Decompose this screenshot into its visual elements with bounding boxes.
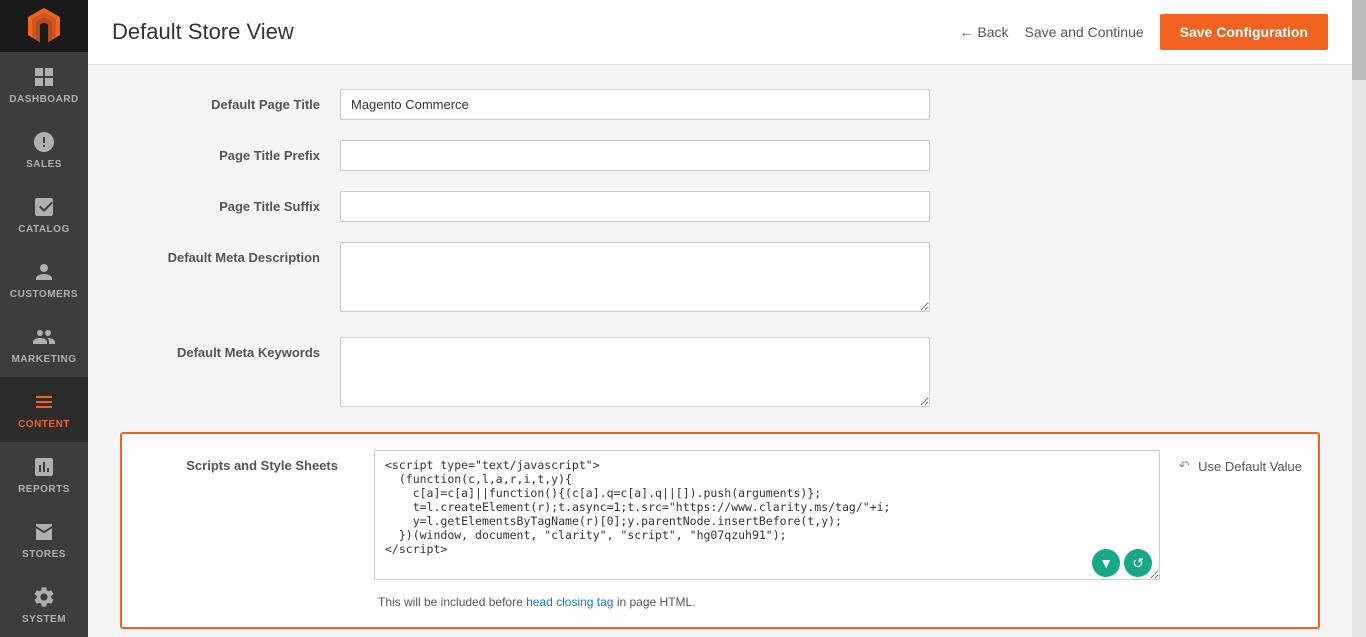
default-meta-description-label: Default Meta Description <box>120 242 340 265</box>
scripts-row: Scripts and Style Sheets <script type="t… <box>138 450 1302 585</box>
stores-icon <box>31 519 57 545</box>
sales-icon <box>31 129 57 155</box>
sidebar-item-system[interactable]: SYSTEM <box>0 572 88 637</box>
sidebar-item-content[interactable]: CONTENT <box>0 377 88 442</box>
use-default-label[interactable]: Use Default Value <box>1198 459 1302 474</box>
default-meta-description-field <box>340 242 1320 317</box>
sidebar-item-reports[interactable]: REPORTS <box>0 442 88 507</box>
system-icon <box>31 584 57 610</box>
back-button[interactable]: ← Back <box>959 24 1008 40</box>
save-continue-button[interactable]: Save and Continue <box>1025 24 1144 40</box>
sidebar-item-dashboard[interactable]: DASHBOARD <box>0 52 88 117</box>
save-configuration-button[interactable]: Save Configuration <box>1160 14 1328 50</box>
default-meta-keywords-field <box>340 337 1320 412</box>
marketing-icon <box>31 324 57 350</box>
main-area: Default Store View ← Back Save and Conti… <box>88 0 1352 637</box>
default-meta-description-row: Default Meta Description <box>120 242 1320 317</box>
page-title-prefix-row: Page Title Prefix <box>120 140 1320 171</box>
page-title-suffix-row: Page Title Suffix <box>120 191 1320 222</box>
page-title-suffix-label: Page Title Suffix <box>120 191 340 214</box>
undo-icon: ↶ <box>1176 458 1192 474</box>
page-header: Default Store View ← Back Save and Conti… <box>88 0 1352 65</box>
form-content: Default Page Title Page Title Prefix Pag… <box>88 65 1352 637</box>
default-meta-keywords-row: Default Meta Keywords <box>120 337 1320 412</box>
scripts-field: <script type="text/javascript"> (functio… <box>374 450 1160 585</box>
scripts-label: Scripts and Style Sheets <box>138 450 358 473</box>
header-actions: ← Back Save and Continue Save Configurat… <box>959 14 1328 50</box>
page-title-prefix-label: Page Title Prefix <box>120 140 340 163</box>
code-down-button[interactable]: ▼ <box>1092 549 1120 577</box>
default-meta-keywords-input[interactable] <box>340 337 930 407</box>
scripts-note: This will be included before head closin… <box>378 595 696 609</box>
dashboard-icon <box>31 64 57 90</box>
scrollbar[interactable] <box>1352 0 1366 637</box>
scrollbar-thumb <box>1352 0 1366 80</box>
page-title: Default Store View <box>112 19 294 45</box>
default-meta-keywords-label: Default Meta Keywords <box>120 337 340 360</box>
customers-icon <box>31 259 57 285</box>
catalog-icon <box>31 194 57 220</box>
scripts-note-link[interactable]: head closing tag <box>526 595 613 609</box>
sidebar-item-customers[interactable]: CUSTOMERS <box>0 247 88 312</box>
content-icon <box>31 389 57 415</box>
sidebar-logo <box>0 0 88 52</box>
page-title-suffix-input[interactable] <box>340 191 930 222</box>
sidebar-item-stores[interactable]: STORES <box>0 507 88 572</box>
page-title-suffix-field <box>340 191 1320 222</box>
scripts-note-row: This will be included before head closin… <box>138 593 1302 611</box>
default-page-title-input[interactable] <box>340 89 930 120</box>
sidebar-item-catalog[interactable]: CATALOG <box>0 182 88 247</box>
default-meta-description-input[interactable] <box>340 242 930 312</box>
code-refresh-button[interactable]: ↺ <box>1124 549 1152 577</box>
arrow-left-icon: ← <box>959 24 973 40</box>
default-page-title-label: Default Page Title <box>120 89 340 112</box>
code-buttons: ▼ ↺ <box>1092 549 1152 577</box>
magento-logo-icon <box>24 6 64 46</box>
use-default-container: ↶ Use Default Value <box>1176 450 1302 474</box>
scripts-textarea[interactable]: <script type="text/javascript"> (functio… <box>374 450 1160 580</box>
default-page-title-field <box>340 89 1320 120</box>
default-page-title-row: Default Page Title <box>120 89 1320 120</box>
page-title-prefix-field <box>340 140 1320 171</box>
scripts-section: Scripts and Style Sheets <script type="t… <box>120 432 1320 629</box>
sidebar-item-marketing[interactable]: MARKETING <box>0 312 88 377</box>
sidebar: DASHBOARD SALES CATALOG CUSTOMERS MARKET… <box>0 0 88 637</box>
reports-icon <box>31 454 57 480</box>
sidebar-item-sales[interactable]: SALES <box>0 117 88 182</box>
page-title-prefix-input[interactable] <box>340 140 930 171</box>
